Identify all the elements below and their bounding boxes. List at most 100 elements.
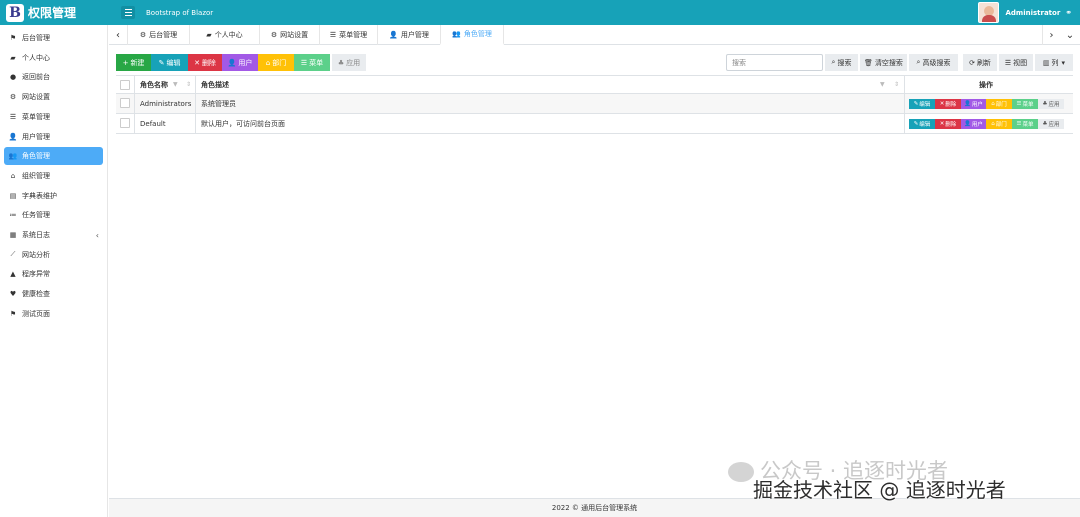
chevron-left-icon[interactable]: ‹: [96, 231, 99, 240]
sidebar-item[interactable]: ☰ 菜单管理: [4, 108, 103, 126]
sidebar-item[interactable]: 👤 用户管理: [4, 128, 103, 146]
role-name: Default: [140, 119, 166, 128]
sidebar-item[interactable]: ▲ 程序异常: [4, 265, 103, 283]
tab[interactable]: ▰ 个人中心: [189, 25, 259, 45]
book-icon: ▤: [9, 191, 17, 200]
refresh-label: 刷新: [976, 58, 991, 67]
sidebar-item[interactable]: ● 返回前台: [4, 68, 103, 86]
toolbar-button[interactable]: ⌂ 部门: [258, 54, 294, 71]
sort-icon[interactable]: ⇕: [186, 81, 191, 88]
columns-button[interactable]: ▥ 列 ▾: [1035, 54, 1073, 71]
toolbar-button[interactable]: ✎ 编辑: [151, 54, 188, 71]
refresh-button[interactable]: ⟳ 刷新: [963, 54, 997, 71]
warning-icon: ▲: [10, 270, 16, 279]
row-action-icon: ✎: [913, 101, 919, 107]
sidebar-item[interactable]: ♥ 健康检查: [4, 285, 103, 303]
brand[interactable]: B 权限管理: [0, 0, 108, 25]
wechat-icon: [728, 462, 754, 482]
row-action-label: 删除: [945, 102, 957, 108]
row-action-button[interactable]: ✕ 删除: [935, 119, 961, 129]
sidebar-item[interactable]: ⚙ 网站设置: [4, 88, 103, 106]
toolbar-button-label: 新建: [130, 58, 145, 67]
row-action-button[interactable]: ✎ 编辑: [909, 119, 935, 129]
toolbar-button[interactable]: ✕ 删除: [188, 54, 222, 71]
view-button[interactable]: ☰ 视图: [999, 54, 1033, 71]
toolbar-button-label: 删除: [201, 58, 216, 67]
user-menu[interactable]: Administrator ⚭: [978, 2, 1072, 23]
row-action-button[interactable]: ⌂ 部门: [986, 99, 1012, 109]
view-label: 视图: [1013, 58, 1028, 67]
row-action-button[interactable]: ♣ 应用: [1038, 119, 1064, 129]
row-action-label: 应用: [1048, 122, 1060, 128]
toolbar-button[interactable]: ♣ 应用: [332, 54, 366, 71]
sidebar-item[interactable]: ⌂ 组织管理: [4, 167, 103, 185]
row-action-button[interactable]: ♣ 应用: [1038, 99, 1064, 109]
row-action-button[interactable]: ☰ 菜单: [1012, 119, 1038, 129]
row-action-button[interactable]: 👤 用户: [961, 99, 986, 109]
row-action-icon: ♣: [1042, 121, 1048, 127]
table-row[interactable]: Administrators 系统管理员 ✎ 编辑 ✕ 删除 👤 用户 ⌂ 部门 ☰ 菜单 ♣ 应用: [116, 94, 1073, 114]
row-action-button[interactable]: ☰ 菜单: [1012, 99, 1038, 109]
sidebar-item[interactable]: ≔ 任务管理: [4, 206, 103, 224]
table-row[interactable]: Default 默认用户，可访问前台页面 ✎ 编辑 ✕ 删除 👤 用户 ⌂ 部门 ☰ 菜单 ♣ 应用: [116, 114, 1073, 134]
row-action-icon: ✕: [939, 121, 945, 127]
row-action-button[interactable]: ⌂ 部门: [986, 119, 1012, 129]
sidebar-item-label: 个人中心: [22, 53, 50, 62]
user-add-icon: 👤: [389, 31, 398, 39]
search-button[interactable]: ⌕ 搜索: [825, 54, 858, 71]
advanced-search-button[interactable]: ⌕ 高级搜索: [909, 54, 958, 71]
sidebar-item-label: 返回前台: [22, 73, 50, 82]
filter-icon[interactable]: ▼: [173, 81, 178, 88]
toolbar-button[interactable]: 👤 用户: [222, 54, 258, 71]
tab[interactable]: 👥 角色管理: [440, 25, 504, 45]
toolbar-button[interactable]: + 新建: [116, 54, 151, 71]
row-checkbox[interactable]: [120, 118, 130, 128]
filter-icon[interactable]: ▼: [880, 81, 885, 88]
tab-dropdown-button[interactable]: ⌄: [1061, 25, 1079, 45]
row-action-button[interactable]: ✕ 删除: [935, 99, 961, 109]
sidebar-item-label: 网站分析: [22, 250, 50, 259]
role-description: 默认用户，可访问前台页面: [201, 119, 285, 128]
row-action-label: 删除: [945, 122, 957, 128]
row-action-icon: ♣: [1042, 101, 1048, 107]
sidebar-item[interactable]: ⚑ 测试页面: [4, 305, 103, 323]
sidebar-item[interactable]: ▰ 个人中心: [4, 49, 103, 67]
tab[interactable]: ☰ 菜单管理: [319, 25, 377, 45]
sidebar-item-label: 后台管理: [22, 34, 50, 42]
sidebar-item-label: 健康检查: [22, 290, 50, 299]
trash-icon: 🗑: [864, 58, 873, 67]
sidebar-item[interactable]: 👥 角色管理: [4, 147, 103, 166]
row-action-button[interactable]: ✎ 编辑: [909, 99, 935, 109]
tab-scroll-right-button[interactable]: ›: [1042, 25, 1060, 45]
column-header-description[interactable]: 角色描述: [201, 76, 229, 93]
row-checkbox[interactable]: [120, 98, 130, 108]
sort-icon[interactable]: ⇕: [894, 81, 899, 88]
search-plus-icon: ⌕: [916, 58, 921, 66]
heartbeat-icon: ♥: [9, 290, 17, 299]
sidebar-item[interactable]: ⟋ 网站分析: [4, 246, 103, 264]
sidebar-item-label: 网站设置: [22, 93, 50, 102]
username[interactable]: Administrator: [1005, 9, 1060, 17]
clear-search-button[interactable]: 🗑 清空搜索: [860, 54, 907, 71]
avatar[interactable]: [978, 2, 1000, 23]
sidebar-item-label: 程序异常: [22, 270, 50, 279]
column-header-name[interactable]: 角色名称: [140, 76, 168, 93]
sidebar-item[interactable]: ⚑ 后台管理: [4, 29, 103, 47]
toolbar-button[interactable]: ☰ 菜单: [294, 54, 330, 71]
row-action-label: 部门: [995, 122, 1007, 128]
sidebar-item[interactable]: ▦ 系统日志 ‹: [4, 226, 103, 244]
tab[interactable]: ⚙ 后台管理: [127, 25, 189, 45]
tab[interactable]: ⚙ 网站设置: [259, 25, 319, 45]
menu-toggle-button[interactable]: [121, 6, 135, 19]
tab[interactable]: 👤 用户管理: [377, 25, 440, 45]
gear-icon: ⚙: [9, 93, 17, 102]
sidebar-item[interactable]: ▤ 字典表维护: [4, 187, 103, 205]
search-input[interactable]: 搜索: [726, 54, 823, 71]
tab-scroll-left-button[interactable]: ‹: [109, 25, 127, 45]
select-all-checkbox[interactable]: [120, 80, 130, 90]
row-action-button[interactable]: 👤 用户: [961, 119, 986, 129]
row-action-icon: 👤: [964, 101, 971, 107]
columns-icon: ▥: [1042, 58, 1050, 67]
watermark-juejin: 掘金技术社区 @ 追逐时光者: [753, 478, 1006, 502]
user-settings-icon[interactable]: ⚭: [1065, 8, 1072, 17]
